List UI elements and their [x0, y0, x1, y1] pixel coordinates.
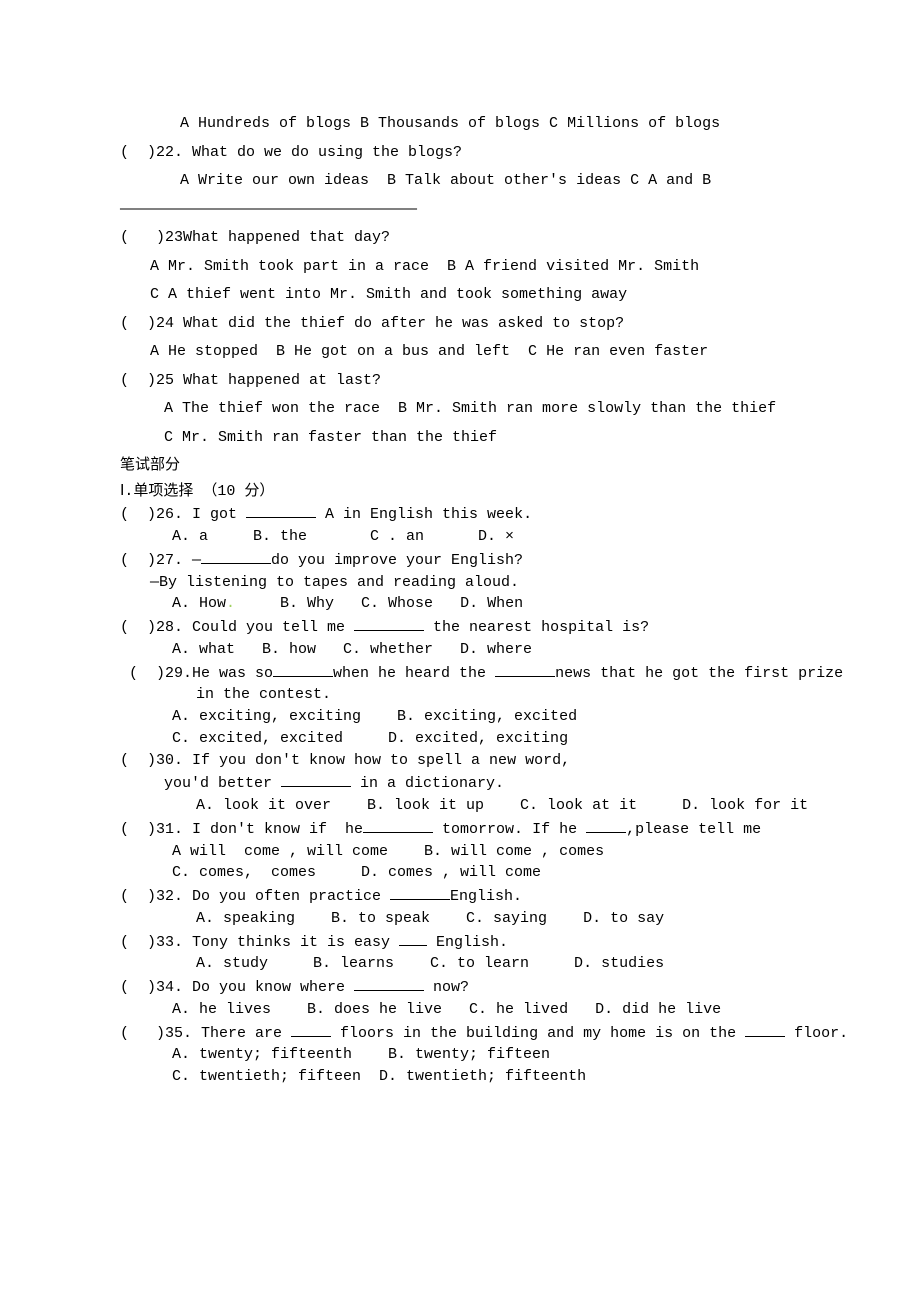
q22-options: A Write our own ideas B Talk about other… [120, 167, 800, 196]
q34: ( )34. Do you know where now? [120, 975, 800, 999]
q25-opt-c: C Mr. Smith ran faster than the thief [120, 424, 800, 453]
q23-opt-c: C A thief went into Mr. Smith and took s… [120, 281, 800, 310]
q28: ( )28. Could you tell me the nearest hos… [120, 615, 800, 639]
blank [390, 884, 450, 900]
q27: ( )27. —do you improve your English? [120, 548, 800, 572]
q26: ( )26. I got A in English this week. [120, 502, 800, 526]
blank [273, 661, 333, 677]
blank [281, 771, 351, 787]
divider-dashes: ————————————————————————————————— [120, 196, 800, 225]
q35-options-c: C. twentieth; fifteen D. twentieth; fift… [120, 1066, 800, 1088]
q34-options: A. he lives B. does he live C. he lived … [120, 999, 800, 1021]
part1-title: Ⅰ.单项选择 （10 分） [120, 481, 800, 503]
q31-options-a: A will come , will come B. will come , c… [120, 841, 800, 863]
green-dot-icon: . [226, 595, 235, 612]
q30: ( )30. If you don't know how to spell a … [120, 750, 800, 772]
q29-options-c: C. excited, excited D. excited, exciting [120, 728, 800, 750]
q26-options: A. a B. the C . an D. × [120, 526, 800, 548]
q29-sub: in the contest. [120, 684, 800, 706]
q23-opt-ab: A Mr. Smith took part in a race B A frie… [120, 253, 800, 282]
blank [745, 1021, 785, 1037]
blank [586, 817, 626, 833]
q23: ( )23What happened that day? [120, 224, 800, 253]
q29-options-a: A. exciting, exciting B. exciting, excit… [120, 706, 800, 728]
q24-options: A He stopped B He got on a bus and left … [120, 338, 800, 367]
section-title: 笔试部分 [120, 452, 800, 481]
blank [354, 615, 424, 631]
q27-sub: —By listening to tapes and reading aloud… [120, 572, 800, 594]
q30-sub: you'd better in a dictionary. [120, 771, 800, 795]
q27-options: A. How. B. Why C. Whose D. When [120, 593, 800, 615]
q32-options: A. speaking B. to speak C. saying D. to … [120, 908, 800, 930]
blank [363, 817, 433, 833]
blank [495, 661, 555, 677]
q21-options: A Hundreds of blogs B Thousands of blogs… [120, 110, 800, 139]
blank [354, 975, 424, 991]
q33-options: A. study B. learns C. to learn D. studie… [120, 953, 800, 975]
q31: ( )31. I don't know if he tomorrow. If h… [120, 817, 800, 841]
q30-options: A. look it over B. look it up C. look at… [120, 795, 800, 817]
q31-options-c: C. comes, comes D. comes , will come [120, 862, 800, 884]
q25-opt-ab: A The thief won the race B Mr. Smith ran… [120, 395, 800, 424]
q35-options-a: A. twenty; fifteenth B. twenty; fifteen [120, 1044, 800, 1066]
q33: ( )33. Tony thinks it is easy English. [120, 930, 800, 954]
q22: ( )22. What do we do using the blogs? [120, 139, 800, 168]
blank [291, 1021, 331, 1037]
q29: ( )29.He was sowhen he heard the news th… [120, 661, 800, 685]
q24: ( )24 What did the thief do after he was… [120, 310, 800, 339]
blank [246, 502, 316, 518]
q32: ( )32. Do you often practice English. [120, 884, 800, 908]
q28-options: A. what B. how C. whether D. where [120, 639, 800, 661]
q25: ( )25 What happened at last? [120, 367, 800, 396]
q35: ( )35. There are floors in the building … [120, 1021, 800, 1045]
blank [399, 930, 427, 946]
blank [201, 548, 271, 564]
